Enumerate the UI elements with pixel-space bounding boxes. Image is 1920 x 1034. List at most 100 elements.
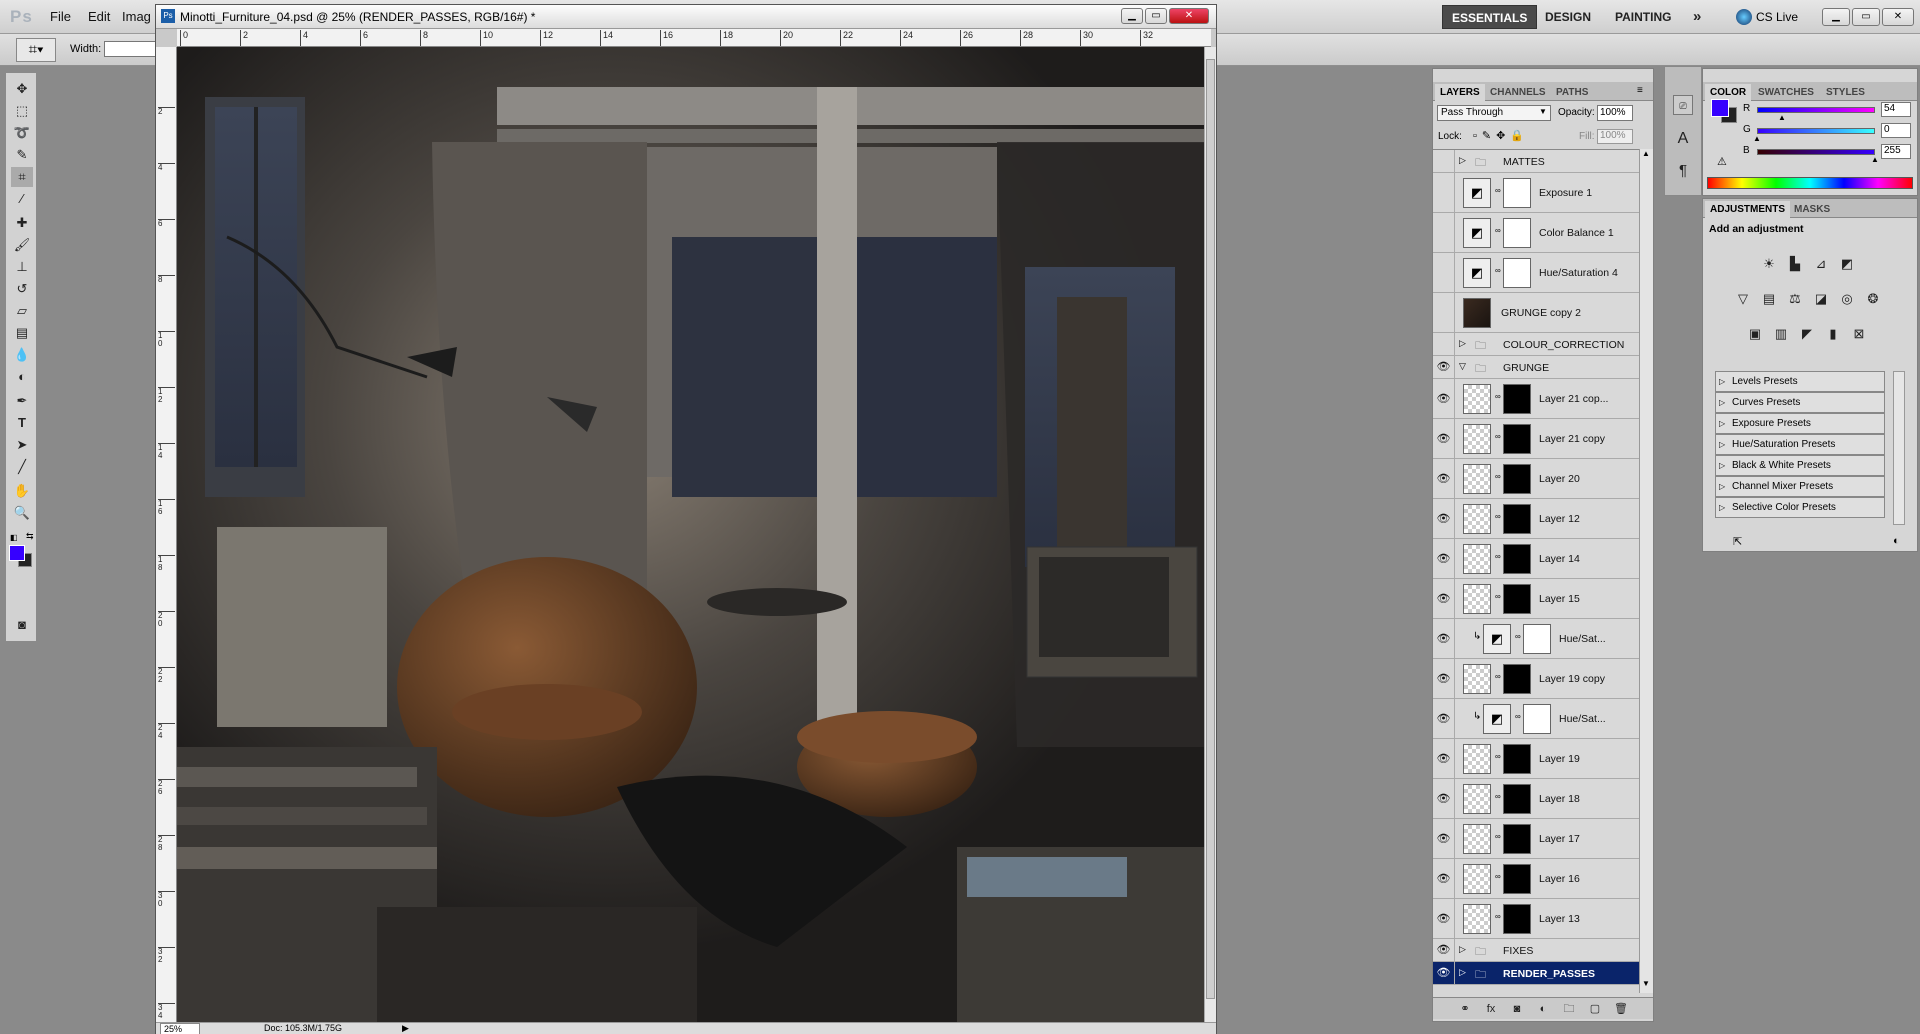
tab-swatches[interactable]: SWATCHES: [1753, 84, 1819, 101]
layer-thumbnail[interactable]: ◩: [1483, 624, 1511, 654]
layer-row[interactable]: 👁 ∞ Layer 20: [1433, 459, 1639, 499]
mask-link-icon[interactable]: ∞: [1495, 226, 1501, 235]
layer-thumbnail[interactable]: [1463, 384, 1491, 414]
layer-mask-thumbnail[interactable]: [1503, 584, 1531, 614]
levels-icon[interactable]: ▙: [1785, 254, 1805, 274]
gradient-tool-icon[interactable]: ▤: [11, 323, 33, 343]
brush-tool-icon[interactable]: 🖌: [11, 235, 33, 255]
history-panel-icon[interactable]: ⎚: [1673, 95, 1693, 115]
eraser-tool-icon[interactable]: ▱: [11, 301, 33, 321]
preset-item[interactable]: ▷ Levels Presets: [1715, 371, 1885, 392]
layer-mask-thumbnail[interactable]: [1503, 424, 1531, 454]
workspace-essentials[interactable]: ESSENTIALS: [1442, 5, 1538, 29]
layer-row[interactable]: ▷ 🗀 MATTES: [1433, 150, 1639, 173]
mask-link-icon[interactable]: ∞: [1495, 672, 1501, 681]
eye-visibility-icon[interactable]: 👁: [1433, 859, 1455, 898]
mask-link-icon[interactable]: ∞: [1495, 912, 1501, 921]
visibility-toggle[interactable]: [1433, 150, 1455, 172]
eye-visibility-icon[interactable]: 👁: [1433, 499, 1455, 538]
menu-edit[interactable]: Edit: [88, 9, 110, 24]
layer-row[interactable]: ▷ 🗀 COLOUR_CORRECTION: [1433, 333, 1639, 356]
image-canvas[interactable]: [177, 47, 1204, 1022]
layer-row[interactable]: 👁 ∞ Layer 14: [1433, 539, 1639, 579]
canvas-scroll-thumb[interactable]: [1206, 59, 1215, 999]
eye-visibility-icon[interactable]: 👁: [1433, 356, 1455, 378]
mask-link-icon[interactable]: ∞: [1495, 592, 1501, 601]
layer-thumbnail[interactable]: ◩: [1483, 704, 1511, 734]
eye-visibility-icon[interactable]: 👁: [1433, 379, 1455, 418]
panel-menu-icon[interactable]: ≡: [1637, 85, 1643, 96]
brightness-contrast-icon[interactable]: ☀: [1759, 254, 1779, 274]
channel-mixer-icon[interactable]: ❂: [1863, 289, 1883, 309]
layer-mask-thumbnail[interactable]: [1503, 504, 1531, 534]
layer-thumbnail[interactable]: [1463, 664, 1491, 694]
layer-mask-thumbnail[interactable]: [1503, 904, 1531, 934]
character-panel-icon[interactable]: A: [1673, 129, 1693, 149]
blur-tool-icon[interactable]: 💧: [11, 345, 33, 365]
layer-mask-thumbnail[interactable]: [1503, 744, 1531, 774]
eye-visibility-icon[interactable]: 👁: [1433, 939, 1455, 961]
tab-styles[interactable]: STYLES: [1821, 84, 1870, 101]
group-expand-icon[interactable]: ▷: [1459, 338, 1466, 349]
layer-thumbnail[interactable]: [1463, 464, 1491, 494]
cs-live-button[interactable]: CS Live: [1756, 10, 1798, 24]
preset-item[interactable]: ▷ Hue/Saturation Presets: [1715, 434, 1885, 455]
return-to-list-icon[interactable]: ⇱: [1733, 535, 1742, 548]
channel-value-input[interactable]: 255: [1881, 144, 1911, 159]
clip-to-layer-icon[interactable]: ◐: [1893, 535, 1900, 547]
layer-row[interactable]: 👁 ∞ Layer 17: [1433, 819, 1639, 859]
mask-link-icon[interactable]: ∞: [1495, 792, 1501, 801]
layer-mask-thumbnail[interactable]: [1503, 178, 1531, 208]
eye-visibility-icon[interactable]: 👁: [1433, 779, 1455, 818]
menu-image[interactable]: Imag: [122, 9, 151, 24]
foreground-color-swatch[interactable]: [9, 545, 25, 561]
eye-visibility-icon[interactable]: 👁: [1433, 819, 1455, 858]
threshold-icon[interactable]: ◤: [1797, 324, 1817, 344]
fill-input[interactable]: 100%: [1597, 129, 1633, 144]
preset-item[interactable]: ▷ Channel Mixer Presets: [1715, 476, 1885, 497]
lasso-tool-icon[interactable]: ➰: [11, 123, 33, 143]
crop-tool-preset-icon[interactable]: ⌗▾: [16, 38, 56, 62]
adjustment-icon[interactable]: ◐: [1533, 999, 1553, 1019]
healing-brush-tool-icon[interactable]: ✚: [11, 213, 33, 233]
layer-mask-thumbnail[interactable]: [1503, 218, 1531, 248]
new-layer-icon[interactable]: ▢: [1585, 999, 1605, 1019]
invert-icon[interactable]: ▣: [1745, 324, 1765, 344]
pen-tool-icon[interactable]: ✒: [11, 391, 33, 411]
layer-row[interactable]: 👁 ∞ Layer 19: [1433, 739, 1639, 779]
layer-mask-thumbnail[interactable]: [1503, 258, 1531, 288]
layer-mask-thumbnail[interactable]: [1523, 704, 1551, 734]
swap-colors-icon[interactable]: ⇆: [26, 531, 34, 542]
layer-mask-thumbnail[interactable]: [1503, 824, 1531, 854]
mask-link-icon[interactable]: ∞: [1495, 472, 1501, 481]
opacity-input[interactable]: 100%: [1597, 105, 1633, 121]
path-selection-tool-icon[interactable]: ➤: [11, 435, 33, 455]
mask-link-icon[interactable]: ∞: [1515, 712, 1521, 721]
layer-row[interactable]: 👁 ∞ Layer 13: [1433, 899, 1639, 939]
group-collapse-icon[interactable]: ▽: [1459, 361, 1466, 372]
mask-link-icon[interactable]: ∞: [1495, 832, 1501, 841]
channel-slider[interactable]: [1757, 149, 1875, 155]
color-balance-icon[interactable]: ⚖: [1785, 289, 1805, 309]
presets-scrollbar[interactable]: [1893, 371, 1905, 525]
slider-handle-icon[interactable]: ▲: [1753, 134, 1761, 143]
black-white-icon[interactable]: ◪: [1811, 289, 1831, 309]
marquee-tool-icon[interactable]: ⬚: [11, 101, 33, 121]
layer-thumbnail[interactable]: [1463, 824, 1491, 854]
layer-row[interactable]: 👁 ▷ 🗀 FIXES: [1433, 939, 1639, 962]
preset-item[interactable]: ▷ Curves Presets: [1715, 392, 1885, 413]
document-title-bar[interactable]: Ps Minotti_Furniture_04.psd @ 25% (RENDE…: [156, 5, 1216, 29]
photo-filter-icon[interactable]: ◎: [1837, 289, 1857, 309]
more-workspaces-icon[interactable]: »: [1684, 5, 1710, 29]
zoom-level-field[interactable]: 25%: [160, 1023, 200, 1034]
layer-mask-thumbnail[interactable]: [1523, 624, 1551, 654]
layer-row[interactable]: 👁 ∞ Layer 18: [1433, 779, 1639, 819]
visibility-toggle[interactable]: [1433, 293, 1455, 332]
eye-visibility-icon[interactable]: 👁: [1433, 419, 1455, 458]
layer-row[interactable]: 👁 ∞ Layer 19 copy: [1433, 659, 1639, 699]
exposure-icon[interactable]: ◩: [1837, 254, 1857, 274]
channel-slider[interactable]: [1757, 107, 1875, 113]
layer-row[interactable]: 👁 ∞ Layer 15: [1433, 579, 1639, 619]
preset-item[interactable]: ▷ Exposure Presets: [1715, 413, 1885, 434]
visibility-toggle[interactable]: [1433, 173, 1455, 212]
